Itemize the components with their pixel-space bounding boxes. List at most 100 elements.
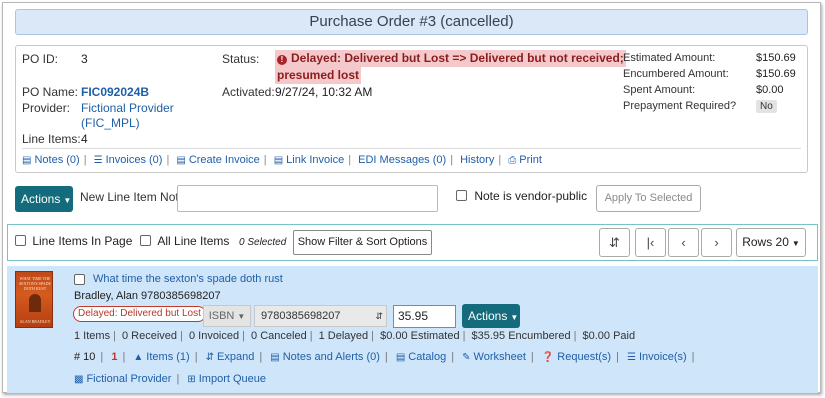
create-invoice-link[interactable]: ▤ Create Invoice [176,154,259,166]
provider-label: Provider: [22,101,71,115]
worksheet-link[interactable]: ✎ Worksheet [462,351,526,363]
notes-icon: ▤ [270,352,280,363]
show-filter-sort-button[interactable]: Show Filter & Sort Options [293,230,432,255]
divider [22,148,801,149]
chevron-left-icon: ‹ [681,235,686,250]
provider-link[interactable]: Fictional Provider [81,101,174,115]
plus-box-icon: ⊞ [187,374,196,385]
line-item-row: WHAT TIME THE SEXTON'S SPADE DOTH RUST A… [7,266,818,393]
po-id-label: PO ID: [22,52,59,66]
selection-filter-bar: Line Items In Page All Line Items 0 Sele… [7,224,818,261]
notes-icon: ▤ [22,155,32,166]
warning-icon: ! [277,55,287,65]
line-item-checkbox[interactable] [74,274,85,285]
caret-down-icon: ▼ [791,239,800,248]
all-line-items-option[interactable]: All Line Items [140,234,229,248]
encumbered-label: Encumbered Amount: [623,68,729,80]
caret-down-icon: ▼ [510,313,519,322]
catalog-icon: ▤ [395,352,406,363]
chevron-up-down-icon: ⇵ [609,235,620,250]
po-name-link[interactable]: FIC092024B [81,85,149,99]
notes-alerts-link[interactable]: ▤ Notes and Alerts (0) [270,351,380,363]
items-link[interactable]: ▲ Items (1) [133,351,189,363]
line-items-label: Line Items: [22,132,81,146]
invoices-link[interactable]: ☰ Invoices (0) [94,154,163,166]
previous-page-button[interactable]: ‹ [668,228,699,257]
rows-per-page-select[interactable]: Rows 20 ▼ [736,228,806,257]
items-icon: ▲ [133,352,144,363]
requests-link[interactable]: ❓ Request(s) [542,351,611,363]
list-icon: ☰ [93,155,103,166]
line-items-in-page-option[interactable]: Line Items In Page [15,234,132,248]
question-icon: ❓ [541,352,555,363]
invoice-icon: ▤ [176,155,186,166]
new-note-label: New Line Item Note [80,190,186,204]
line-item-links-row-1: # 10 | 1 | ▲ Items (1) | ⇵ Expand | ▤ Notes and… [74,351,695,363]
spent-label: Spent Amount: [623,84,696,96]
po-name-label: PO Name: [22,85,79,99]
identifier-value-select[interactable]: 9780385698207 ⇵ [254,305,387,327]
edi-messages-link[interactable]: EDI Messages (0) [358,154,446,166]
vendor-public-checkbox-group: Note is vendor-public [456,189,587,203]
expand-collapse-button[interactable]: ⇵ [599,228,630,257]
actions-button[interactable]: Actions ▼ [15,186,73,212]
import-queue-link[interactable]: ⊞ Import Queue [187,373,266,385]
line-items-value: 4 [81,132,88,146]
activated-label: Activated: [222,85,275,99]
print-icon: ⎙ [508,155,517,166]
caret-down-icon: ▼ [63,196,72,205]
pencil-icon: ✎ [462,352,471,363]
vendor-public-label: Note is vendor-public [474,189,588,203]
first-page-icon: |‹ [646,235,655,250]
line-item-summary: 1 Items | 0 Received | 0 Invoiced | 0 Cance… [74,330,636,342]
line-item-actions-button[interactable]: Actions ▼ [462,304,520,328]
link-invoice-icon: ▤ [273,155,284,166]
po-summary-box: PO ID: 3 PO Name: FIC092024B Provider: F… [15,45,808,173]
all-line-items-checkbox[interactable] [140,235,151,246]
spent-value: $0.00 [756,84,784,96]
notes-link[interactable]: ▤ Notes (0) [22,154,80,166]
provider-link-2[interactable]: ▩ Fictional Provider [74,373,171,385]
first-page-button[interactable]: |‹ [635,228,666,257]
vendor-public-checkbox[interactable] [456,190,467,201]
line-invoices-link[interactable]: ☰ Invoice(s) [627,351,687,363]
new-note-input[interactable] [177,185,438,212]
chevron-right-icon: › [714,235,719,250]
prepay-label: Prepayment Required? [623,100,737,112]
status-label: Status: [222,52,260,66]
purchase-order-page: Purchase Order #3 (cancelled) PO ID: 3 P… [2,2,821,393]
page-title: Purchase Order #3 (cancelled) [15,9,808,35]
estimated-value: $150.69 [756,52,796,64]
link-invoice-link[interactable]: ▤ Link Invoice [274,154,345,166]
list-icon: ☰ [627,352,636,363]
catalog-link[interactable]: ▤ Catalog [396,351,446,363]
chevron-up-down-icon: ⇵ [375,311,383,321]
identifier-type-select[interactable]: ISBN ▼ [203,305,251,327]
po-id-value: 3 [81,52,88,66]
line-number: # 10 [74,351,96,363]
line-items-in-page-checkbox[interactable] [15,235,26,246]
line-item-links-row-2: ▩ Fictional Provider | ⊞ Import Queue [74,373,267,385]
author-isbn: Bradley, Alan 9780385698207 [74,290,221,302]
book-cover-image[interactable]: WHAT TIME THE SEXTON'S SPADE DOTH RUST A… [15,271,53,328]
price-input[interactable]: 35.95 [393,305,456,328]
history-link[interactable]: History [460,154,494,166]
estimated-label: Estimated Amount: [623,52,716,64]
caret-down-icon: ▼ [237,312,246,321]
provider-code-link[interactable]: (FIC_MPL) [81,116,140,130]
print-link[interactable]: ⎙ Print [508,154,542,166]
expand-link[interactable]: ⇵ Expand [206,351,255,363]
truck-icon: ▩ [74,374,84,385]
status-badge: Delayed: Delivered but Lost [73,306,206,322]
status-line-1: ! Delayed: Delivered but Lost => Delivere… [275,50,626,67]
activated-value: 9/27/24, 10:32 AM [275,85,373,99]
status-line-2: presumed lost [275,67,362,84]
po-links-toolbar: ▤ Notes (0) | ☰ Invoices (0) | ▤ Create Invoi… [22,154,542,166]
prepay-badge: No [756,100,777,113]
line-item-title-link[interactable]: What time the sexton's spade doth rust [93,273,283,285]
apply-to-selected-button[interactable]: Apply To Selected [596,185,701,212]
selected-count: 0 Selected [239,237,287,248]
alert-count: 1 [111,351,118,363]
expand-icon: ⇵ [205,352,215,363]
next-page-button[interactable]: › [701,228,732,257]
